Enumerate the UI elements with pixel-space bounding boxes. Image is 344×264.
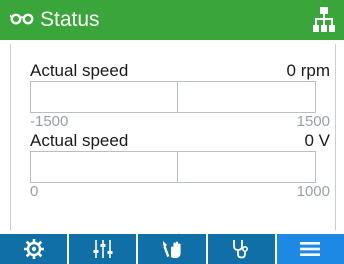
- network-topology-icon[interactable]: [313, 7, 335, 38]
- reading-1-bar: [30, 81, 316, 113]
- reading-1-min: -1500: [30, 113, 69, 130]
- menu-icon: [300, 241, 321, 257]
- title-bar: Status: [0, 0, 344, 40]
- reading-2-label: Actual speed: [30, 131, 129, 150]
- glasses-icon: [9, 12, 34, 30]
- reading-2-value: 0 V: [304, 131, 330, 150]
- reading-1-bar-center-line: [177, 82, 178, 112]
- sliders-icon: [93, 239, 113, 259]
- bottom-nav: [0, 234, 344, 264]
- settings-gear-icon: [23, 239, 44, 259]
- nav-commissioning-button[interactable]: [138, 234, 208, 264]
- reading-2-max: 1000: [296, 183, 330, 200]
- page-title: Status: [40, 8, 100, 31]
- reading-2-bar-center-line: [177, 152, 178, 182]
- reading-1-label: Actual speed: [30, 61, 129, 80]
- reading-1-max: 1500: [296, 113, 330, 130]
- reading-2-min: 0: [30, 183, 39, 200]
- nav-parameters-button[interactable]: [69, 234, 139, 264]
- reading-1-value: 0 rpm: [286, 61, 330, 80]
- stethoscope-icon: [231, 239, 251, 259]
- nav-settings-button[interactable]: [0, 234, 70, 264]
- nav-diagnostics-button[interactable]: [208, 234, 277, 264]
- hand-wrench-icon: [160, 239, 184, 259]
- nav-menu-button[interactable]: [276, 234, 344, 264]
- reading-2-bar: [30, 151, 316, 183]
